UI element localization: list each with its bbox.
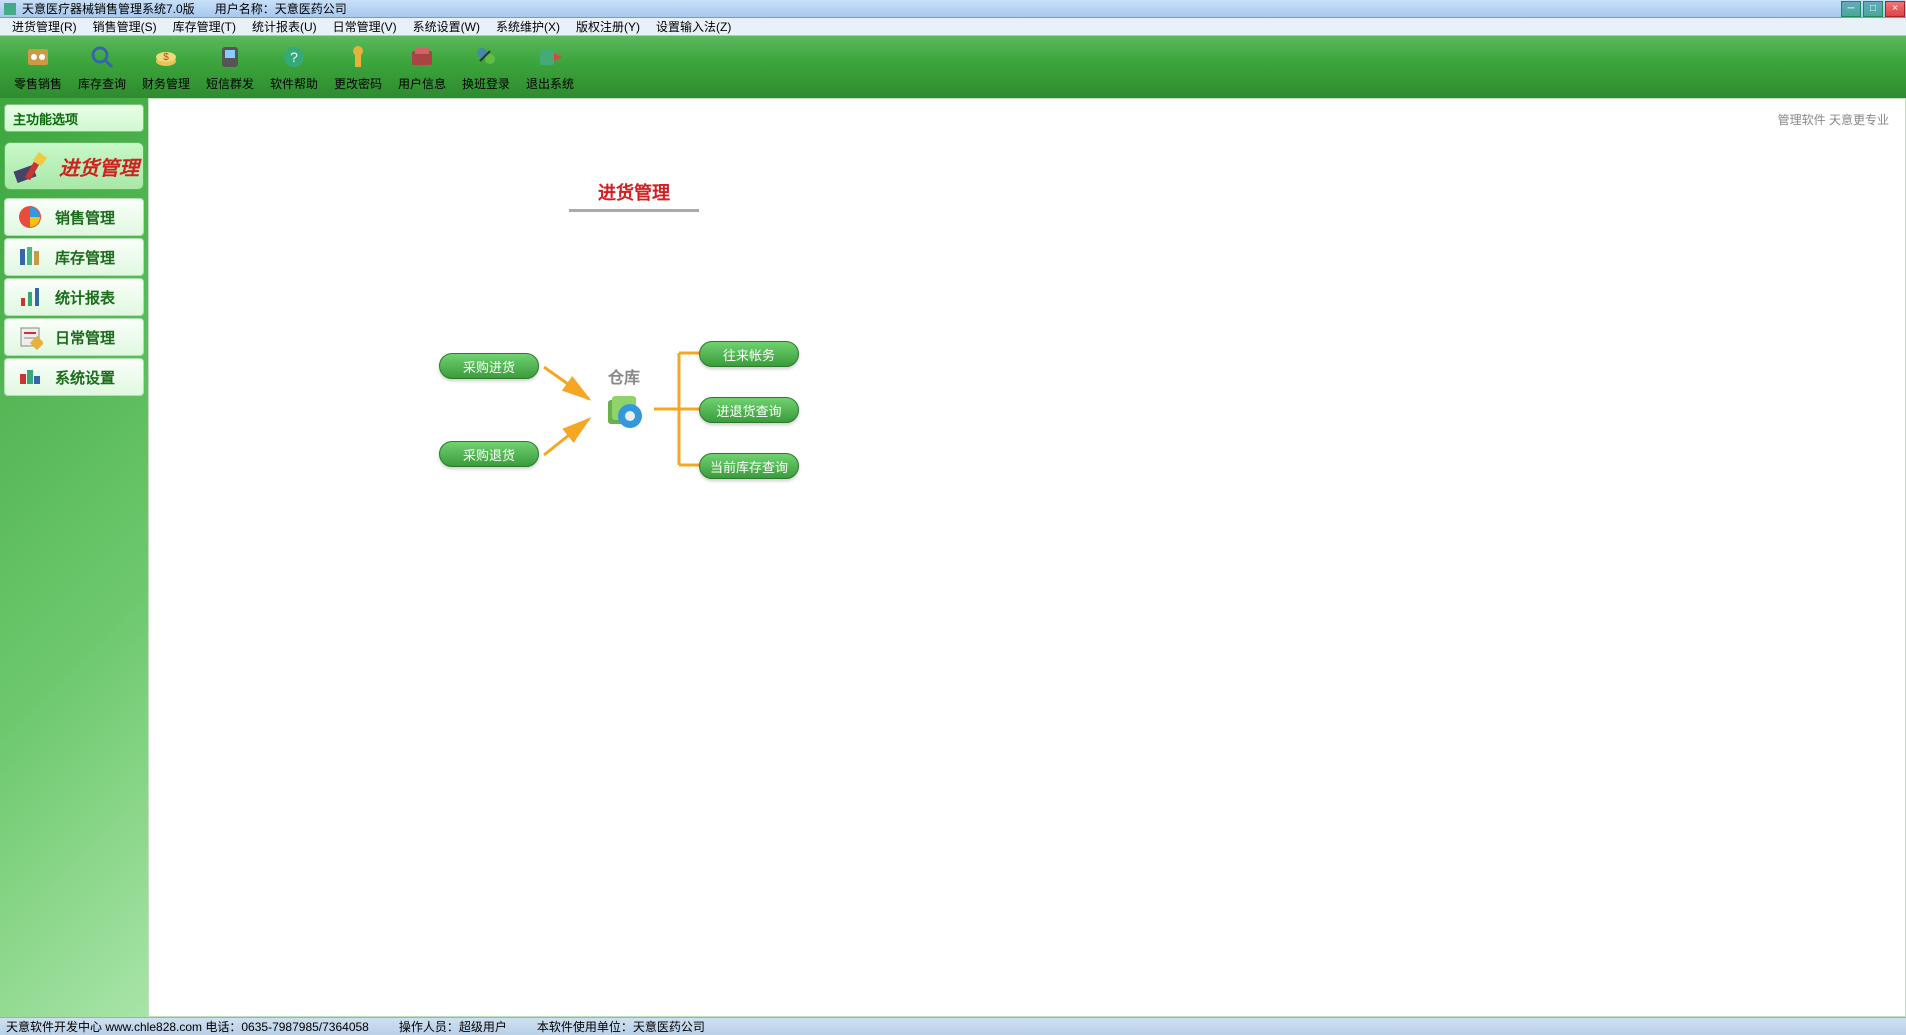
menu-item-8[interactable]: 设置输入法(Z) <box>648 18 739 35</box>
menu-item-4[interactable]: 日常管理(V) <box>325 18 405 35</box>
shift-login-button-icon <box>472 43 500 71</box>
content-tagline: 管理软件 天意更专业 <box>1778 111 1889 128</box>
titlebar: 天意医疗器械销售管理系统7.0版 用户名称：天意医药公司 ─ □ × <box>0 0 1906 18</box>
app-title: 天意医疗器械销售管理系统7.0版 <box>22 2 195 16</box>
sms-send-button[interactable]: 短信群发 <box>198 39 262 95</box>
inventory-query-button-icon <box>88 43 116 71</box>
shift-login-button[interactable]: 换班登录 <box>454 39 518 95</box>
main-area: 主功能选项 进货管理 销售管理库存管理统计报表日常管理系统设置 管理软件 天意更… <box>0 98 1906 1017</box>
sidebar-header: 主功能选项 <box>4 104 144 132</box>
sidebar-item-settings-icon <box>17 364 43 390</box>
user-info-button-label: 用户信息 <box>398 75 446 92</box>
sidebar-item-settings-label: 系统设置 <box>55 367 115 388</box>
svg-text:?: ? <box>290 49 298 65</box>
window-controls: ─ □ × <box>1840 1 1906 17</box>
retail-sales-button[interactable]: 零售销售 <box>6 39 70 95</box>
status-unit: 本软件使用单位：天意医药公司 <box>537 1018 705 1035</box>
sidebar: 主功能选项 进货管理 销售管理库存管理统计报表日常管理系统设置 <box>0 98 148 1017</box>
sidebar-item-settings[interactable]: 系统设置 <box>4 358 144 396</box>
toolbar: 零售销售库存查询 $ 财务管理短信群发? 软件帮助更改密码用户信息换班登录退出系统 <box>0 36 1906 98</box>
user-prefix: 用户名称： <box>215 2 275 16</box>
inventory-query-button-label: 库存查询 <box>78 75 126 92</box>
sidebar-item-reports[interactable]: 统计报表 <box>4 278 144 316</box>
exit-system-button[interactable]: 退出系统 <box>518 39 582 95</box>
status-dev-center: 天意软件开发中心 www.chle828.com 电话：0635-7987985… <box>6 1018 369 1035</box>
svg-text:$: $ <box>163 52 169 63</box>
warehouse-label: 仓库 <box>594 364 654 388</box>
software-help-button-icon: ? <box>280 43 308 71</box>
menu-item-6[interactable]: 系统维护(X) <box>488 18 568 35</box>
warehouse-icon <box>604 390 644 430</box>
retail-sales-button-label: 零售销售 <box>14 75 62 92</box>
sidebar-item-inventory-label: 库存管理 <box>55 247 115 268</box>
titlebar-text: 天意医疗器械销售管理系统7.0版 用户名称：天意医药公司 <box>22 0 1840 17</box>
purchase-diagram: 采购进货 采购退货 仓库 往来帐务 进退货查询 当前库存查询 <box>439 329 839 509</box>
tools-icon <box>11 148 55 184</box>
software-help-button-label: 软件帮助 <box>270 75 318 92</box>
app-icon <box>4 3 16 15</box>
maximize-button[interactable]: □ <box>1863 1 1883 17</box>
finance-mgmt-button-icon: $ <box>152 43 180 71</box>
sidebar-item-daily-icon <box>17 324 43 350</box>
sidebar-item-sales[interactable]: 销售管理 <box>4 198 144 236</box>
change-password-button[interactable]: 更改密码 <box>326 39 390 95</box>
change-password-button-label: 更改密码 <box>334 75 382 92</box>
sidebar-item-purchase[interactable]: 进货管理 <box>4 142 144 190</box>
finance-mgmt-button-label: 财务管理 <box>142 75 190 92</box>
exit-system-button-label: 退出系统 <box>526 75 574 92</box>
software-help-button[interactable]: ? 软件帮助 <box>262 39 326 95</box>
sidebar-item-reports-icon <box>17 284 43 310</box>
minimize-button[interactable]: ─ <box>1841 1 1861 17</box>
menu-item-1[interactable]: 销售管理(S) <box>85 18 165 35</box>
statusbar: 天意软件开发中心 www.chle828.com 电话：0635-7987985… <box>0 1017 1906 1035</box>
exit-system-button-icon <box>536 43 564 71</box>
menu-item-5[interactable]: 系统设置(W) <box>405 18 488 35</box>
current-stock-query-button[interactable]: 当前库存查询 <box>699 453 799 479</box>
sidebar-item-inventory[interactable]: 库存管理 <box>4 238 144 276</box>
menu-item-7[interactable]: 版权注册(Y) <box>568 18 648 35</box>
sidebar-active-label: 进货管理 <box>59 152 139 181</box>
sidebar-item-sales-icon <box>17 204 43 230</box>
sidebar-item-daily[interactable]: 日常管理 <box>4 318 144 356</box>
purchase-in-button[interactable]: 采购进货 <box>439 353 539 379</box>
finance-mgmt-button[interactable]: $ 财务管理 <box>134 39 198 95</box>
user-info-button[interactable]: 用户信息 <box>390 39 454 95</box>
transactions-button[interactable]: 往来帐务 <box>699 341 799 367</box>
user-name: 天意医药公司 <box>275 2 347 16</box>
sms-send-button-icon <box>216 43 244 71</box>
change-password-button-icon <box>344 43 372 71</box>
close-button[interactable]: × <box>1885 1 1905 17</box>
in-return-query-button[interactable]: 进退货查询 <box>699 397 799 423</box>
sms-send-button-label: 短信群发 <box>206 75 254 92</box>
menu-item-2[interactable]: 库存管理(T) <box>165 18 244 35</box>
menubar: 进货管理(R)销售管理(S)库存管理(T)统计报表(U)日常管理(V)系统设置(… <box>0 18 1906 36</box>
sidebar-item-reports-label: 统计报表 <box>55 287 115 308</box>
menu-item-0[interactable]: 进货管理(R) <box>4 18 85 35</box>
shift-login-button-label: 换班登录 <box>462 75 510 92</box>
sidebar-item-daily-label: 日常管理 <box>55 327 115 348</box>
menu-item-3[interactable]: 统计报表(U) <box>244 18 325 35</box>
sidebar-item-sales-label: 销售管理 <box>55 207 115 228</box>
content-title: 进货管理 <box>569 179 699 212</box>
sidebar-item-inventory-icon <box>17 244 43 270</box>
retail-sales-button-icon <box>24 43 52 71</box>
inventory-query-button[interactable]: 库存查询 <box>70 39 134 95</box>
content-panel: 管理软件 天意更专业 进货管理 采购进货 采购退货 仓库 <box>148 98 1906 1017</box>
warehouse-node: 仓库 <box>594 364 654 433</box>
user-info-button-icon <box>408 43 436 71</box>
status-operator: 操作人员：超级用户 <box>399 1018 507 1035</box>
purchase-return-button[interactable]: 采购退货 <box>439 441 539 467</box>
